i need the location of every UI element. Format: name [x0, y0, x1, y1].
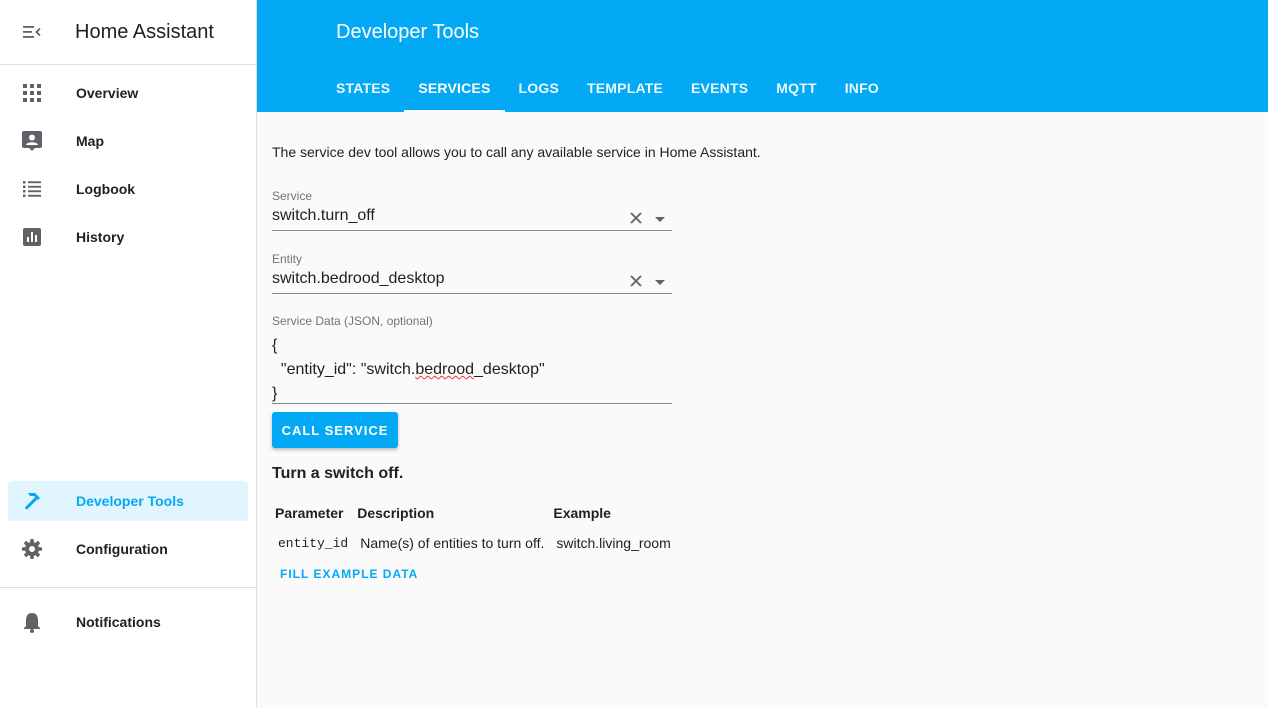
- dropdown-arrow-icon[interactable]: [654, 275, 666, 287]
- tab-states[interactable]: STATES: [322, 64, 404, 112]
- bell-icon: [20, 610, 44, 634]
- column-header: Example: [553, 505, 611, 521]
- service-field[interactable]: Service switch.turn_off: [272, 189, 672, 231]
- sidebar-item-label: Overview: [76, 85, 139, 101]
- table-row: entity_id Name(s) of entities to turn of…: [275, 527, 677, 559]
- tab-template[interactable]: TEMPLATE: [573, 64, 677, 112]
- entity-field-value[interactable]: switch.bedrood_desktop: [272, 270, 672, 288]
- description-cell: Name(s) of entities to turn off.: [360, 535, 545, 551]
- json-line: "entity_id": "switch.bedrood_desktop": [272, 358, 672, 382]
- menu-collapse-icon[interactable]: [20, 20, 44, 44]
- account-box-icon: [20, 129, 44, 153]
- sidebar-divider: [0, 587, 256, 588]
- tab-bar: STATES SERVICES LOGS TEMPLATE EVENTS MQT…: [322, 64, 893, 112]
- table-header-row: Parameter Description Example: [275, 501, 677, 525]
- fill-example-data-button[interactable]: FILL EXAMPLE DATA: [280, 567, 418, 581]
- page-title: Developer Tools: [336, 21, 480, 43]
- example-cell: switch.living_room: [556, 535, 671, 551]
- gear-icon: [20, 537, 44, 561]
- json-line: {: [272, 337, 278, 354]
- json-line: }: [272, 385, 278, 402]
- hammer-icon: [20, 489, 44, 513]
- entity-field[interactable]: Entity switch.bedrood_desktop: [272, 252, 672, 294]
- sidebar-item-label: Notifications: [76, 614, 161, 630]
- tab-logs[interactable]: LOGS: [505, 64, 573, 112]
- clear-icon[interactable]: [628, 210, 644, 226]
- intro-text: The service dev tool allows you to call …: [272, 144, 761, 160]
- sidebar-item-logbook[interactable]: Logbook: [8, 169, 248, 209]
- tab-info[interactable]: INFO: [831, 64, 893, 112]
- sidebar-item-configuration[interactable]: Configuration: [8, 529, 248, 569]
- dropdown-arrow-icon[interactable]: [654, 212, 666, 224]
- clear-icon[interactable]: [628, 273, 644, 289]
- service-field-label: Service: [272, 189, 313, 203]
- app-header: Developer Tools STATES SERVICES LOGS TEM…: [257, 0, 1268, 112]
- service-description: Turn a switch off.: [272, 465, 404, 482]
- sidebar-item-overview[interactable]: Overview: [8, 73, 248, 113]
- parameters-table: Parameter Description Example entity_id …: [272, 499, 680, 561]
- sidebar-item-label: Developer Tools: [76, 493, 184, 509]
- column-header: Description: [357, 505, 435, 521]
- service-data-textarea[interactable]: Service Data (JSON, optional) { "entity_…: [272, 314, 672, 404]
- parameter-cell: entity_id: [278, 535, 349, 551]
- tab-services[interactable]: SERVICES: [404, 64, 505, 112]
- service-field-value[interactable]: switch.turn_off: [272, 207, 672, 225]
- sidebar: Home Assistant Overview Map Logbook Hist…: [0, 0, 257, 708]
- sidebar-header: Home Assistant: [0, 0, 256, 65]
- sidebar-item-label: Configuration: [76, 541, 168, 557]
- sidebar-item-label: Logbook: [76, 181, 136, 197]
- call-service-button[interactable]: CALL SERVICE: [272, 412, 398, 448]
- column-header: Parameter: [275, 505, 344, 521]
- json-text: _desktop": [474, 361, 545, 378]
- sidebar-item-label: History: [76, 229, 125, 245]
- sidebar-item-label: Map: [76, 133, 104, 149]
- grid-icon: [20, 81, 44, 105]
- sidebar-item-developer-tools[interactable]: Developer Tools: [8, 481, 248, 521]
- sidebar-item-history[interactable]: History: [8, 217, 248, 257]
- format-list-icon: [20, 177, 44, 201]
- service-data-label: Service Data (JSON, optional): [272, 314, 433, 328]
- app-title: Home Assistant: [75, 20, 214, 43]
- json-text: "entity_id": "switch.: [272, 361, 416, 378]
- sidebar-item-notifications[interactable]: Notifications: [8, 602, 248, 642]
- tab-mqtt[interactable]: MQTT: [762, 64, 830, 112]
- spellcheck-word: bedrood: [415, 361, 475, 378]
- entity-field-label: Entity: [272, 252, 303, 266]
- chart-box-icon: [20, 225, 44, 249]
- sidebar-item-map[interactable]: Map: [8, 121, 248, 161]
- tab-events[interactable]: EVENTS: [677, 64, 762, 112]
